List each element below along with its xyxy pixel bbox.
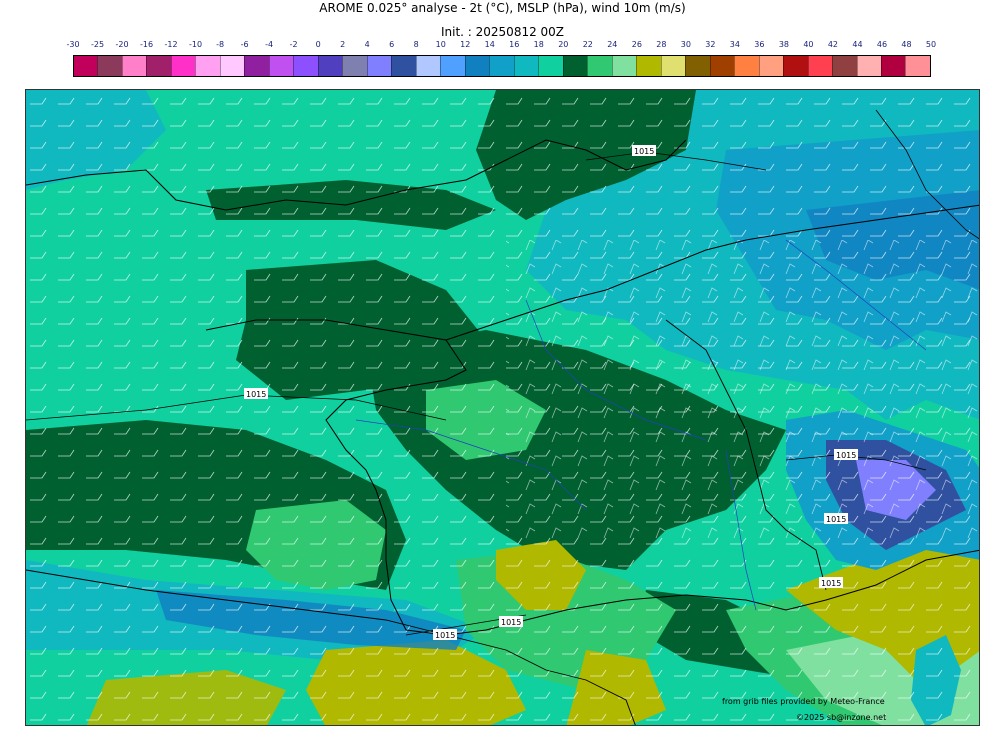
colorbar-swatch: [832, 56, 857, 76]
colorbar-tick-label: -10: [189, 40, 203, 49]
isobar-label-text: 1015: [634, 147, 654, 156]
colorbar-tick-label: 2: [340, 40, 346, 49]
colorbar-tick-label: 12: [460, 40, 471, 49]
colorbar-swatch: [74, 56, 98, 76]
colorbar-swatch: [170, 56, 196, 76]
isobar-label-text: 1015: [435, 631, 455, 640]
colorbar-swatch: [391, 56, 416, 76]
colorbar-swatch: [293, 56, 318, 76]
colorbar-tick-label: 36: [754, 40, 765, 49]
colorbar-tick-label: 44: [852, 40, 863, 49]
colorbar-swatch: [489, 56, 514, 76]
colorbar-swatch: [195, 56, 220, 76]
colorbar-swatch: [415, 56, 441, 76]
colorbar-swatch: [513, 56, 539, 76]
colorbar-swatch: [587, 56, 612, 76]
colorbar-tick-label: 6: [389, 40, 395, 49]
weather-map: 1015 1015 1015 1015 1015 1015 1015: [25, 89, 980, 726]
colorbar-tick-label: 22: [582, 40, 593, 49]
colorbar-swatch: [611, 56, 637, 76]
colorbar-tick-label: 50: [925, 40, 937, 49]
colorbar-swatch: [807, 56, 833, 76]
colorbar-tick-label: 34: [729, 40, 740, 49]
isobar-label-riviera: 1015: [819, 577, 843, 588]
colorbar-tick-label: -8: [216, 40, 225, 49]
colorbar-tick-label: 0: [315, 40, 321, 49]
colorbar-swatch: [734, 56, 759, 76]
colorbar-tick-label: 38: [778, 40, 789, 49]
isobar-label-pyrenees-west: 1015: [433, 629, 457, 640]
colorbar-labels: -30 -25 -20 -16 -12 -10 -8 -6 -4 -2 0 2 4 6 8 10 12 14 16 1…: [66, 40, 936, 54]
colorbar-swatch: [880, 56, 906, 76]
colorbar-tick-label: 4: [364, 40, 370, 49]
map-svg: 1015 1015 1015 1015 1015 1015 1015: [26, 90, 979, 725]
colorbar-swatch: [905, 56, 930, 76]
colorbar-swatches: [73, 55, 931, 77]
colorbar-swatch: [342, 56, 367, 76]
colorbar-tick-label: 30: [680, 40, 691, 49]
chart-title: AROME 0.025° analyse - 2t (°C), MSLP (hP…: [319, 1, 686, 15]
isobar-label-channel: 1015: [632, 145, 656, 156]
colorbar-swatch: [317, 56, 343, 76]
colorbar-swatch: [685, 56, 710, 76]
colorbar-swatch: [121, 56, 147, 76]
temperature-colorbar: -30 -25 -20 -16 -12 -10 -8 -6 -4 -2 0 2 4 6 8 10 12 14 16 1…: [66, 40, 936, 80]
colorbar-swatch: [562, 56, 588, 76]
isobar-label-text: 1015: [826, 515, 846, 524]
data-source-credit: from grib files provided by Meteo-France: [722, 697, 885, 706]
colorbar-swatch: [464, 56, 490, 76]
isobar-label-text: 1015: [501, 618, 521, 627]
isobar-label-pyrenees-east: 1015: [499, 616, 523, 627]
colorbar-tick-label: 40: [803, 40, 814, 49]
colorbar-swatch: [440, 56, 465, 76]
isobar-label-atlantic: 1015: [244, 388, 268, 399]
colorbar-tick-label: 42: [827, 40, 839, 49]
colorbar-tick-label: -2: [289, 40, 298, 49]
isobar-label-text: 1015: [821, 579, 841, 588]
colorbar-swatch: [97, 56, 122, 76]
wind-barbs-land-layer: [506, 240, 979, 540]
colorbar-swatch: [660, 56, 686, 76]
colorbar-tick-label: 16: [509, 40, 520, 49]
isobar-label-alps-north: 1015: [834, 449, 858, 460]
colorbar-swatch: [636, 56, 661, 76]
colorbar-swatch: [709, 56, 735, 76]
colorbar-tick-label: -25: [90, 40, 105, 49]
colorbar-swatch: [244, 56, 269, 76]
colorbar-tick-label: 32: [705, 40, 716, 49]
isobar-label-text: 1015: [836, 451, 856, 460]
colorbar-tick-label: -6: [240, 40, 249, 49]
colorbar-tick-label: 14: [484, 40, 495, 49]
colorbar-tick-label: 28: [656, 40, 667, 49]
isobar-label-alps-south: 1015: [824, 513, 848, 524]
colorbar-tick-label: 20: [558, 40, 569, 49]
colorbar-tick-label: -12: [164, 40, 178, 49]
colorbar-tick-label: -16: [139, 40, 154, 49]
colorbar-tick-label: -4: [265, 40, 274, 49]
colorbar-tick-label: 48: [901, 40, 912, 49]
colorbar-tick-label: 46: [876, 40, 888, 49]
colorbar-swatch: [758, 56, 784, 76]
colorbar-swatch: [366, 56, 392, 76]
colorbar-tick-label: 10: [435, 40, 446, 49]
colorbar-swatch: [146, 56, 171, 76]
colorbar-tick-label: 26: [631, 40, 642, 49]
init-time: Init. : 20250812 00Z: [440, 25, 565, 39]
colorbar-tick-label: -30: [66, 40, 80, 49]
colorbar-tick-label: 18: [533, 40, 544, 49]
colorbar-swatch: [219, 56, 245, 76]
colorbar-tick-label: 24: [607, 40, 618, 49]
copyright-credit: ©2025 sb@inzone.net: [796, 713, 887, 722]
colorbar-tick-label: 8: [413, 40, 419, 49]
colorbar-swatch: [783, 56, 808, 76]
colorbar-swatch: [538, 56, 563, 76]
colorbar-tick-label: -20: [115, 40, 129, 49]
colorbar-swatch: [268, 56, 294, 76]
isobar-label-text: 1015: [246, 390, 266, 399]
colorbar-swatch: [856, 56, 881, 76]
